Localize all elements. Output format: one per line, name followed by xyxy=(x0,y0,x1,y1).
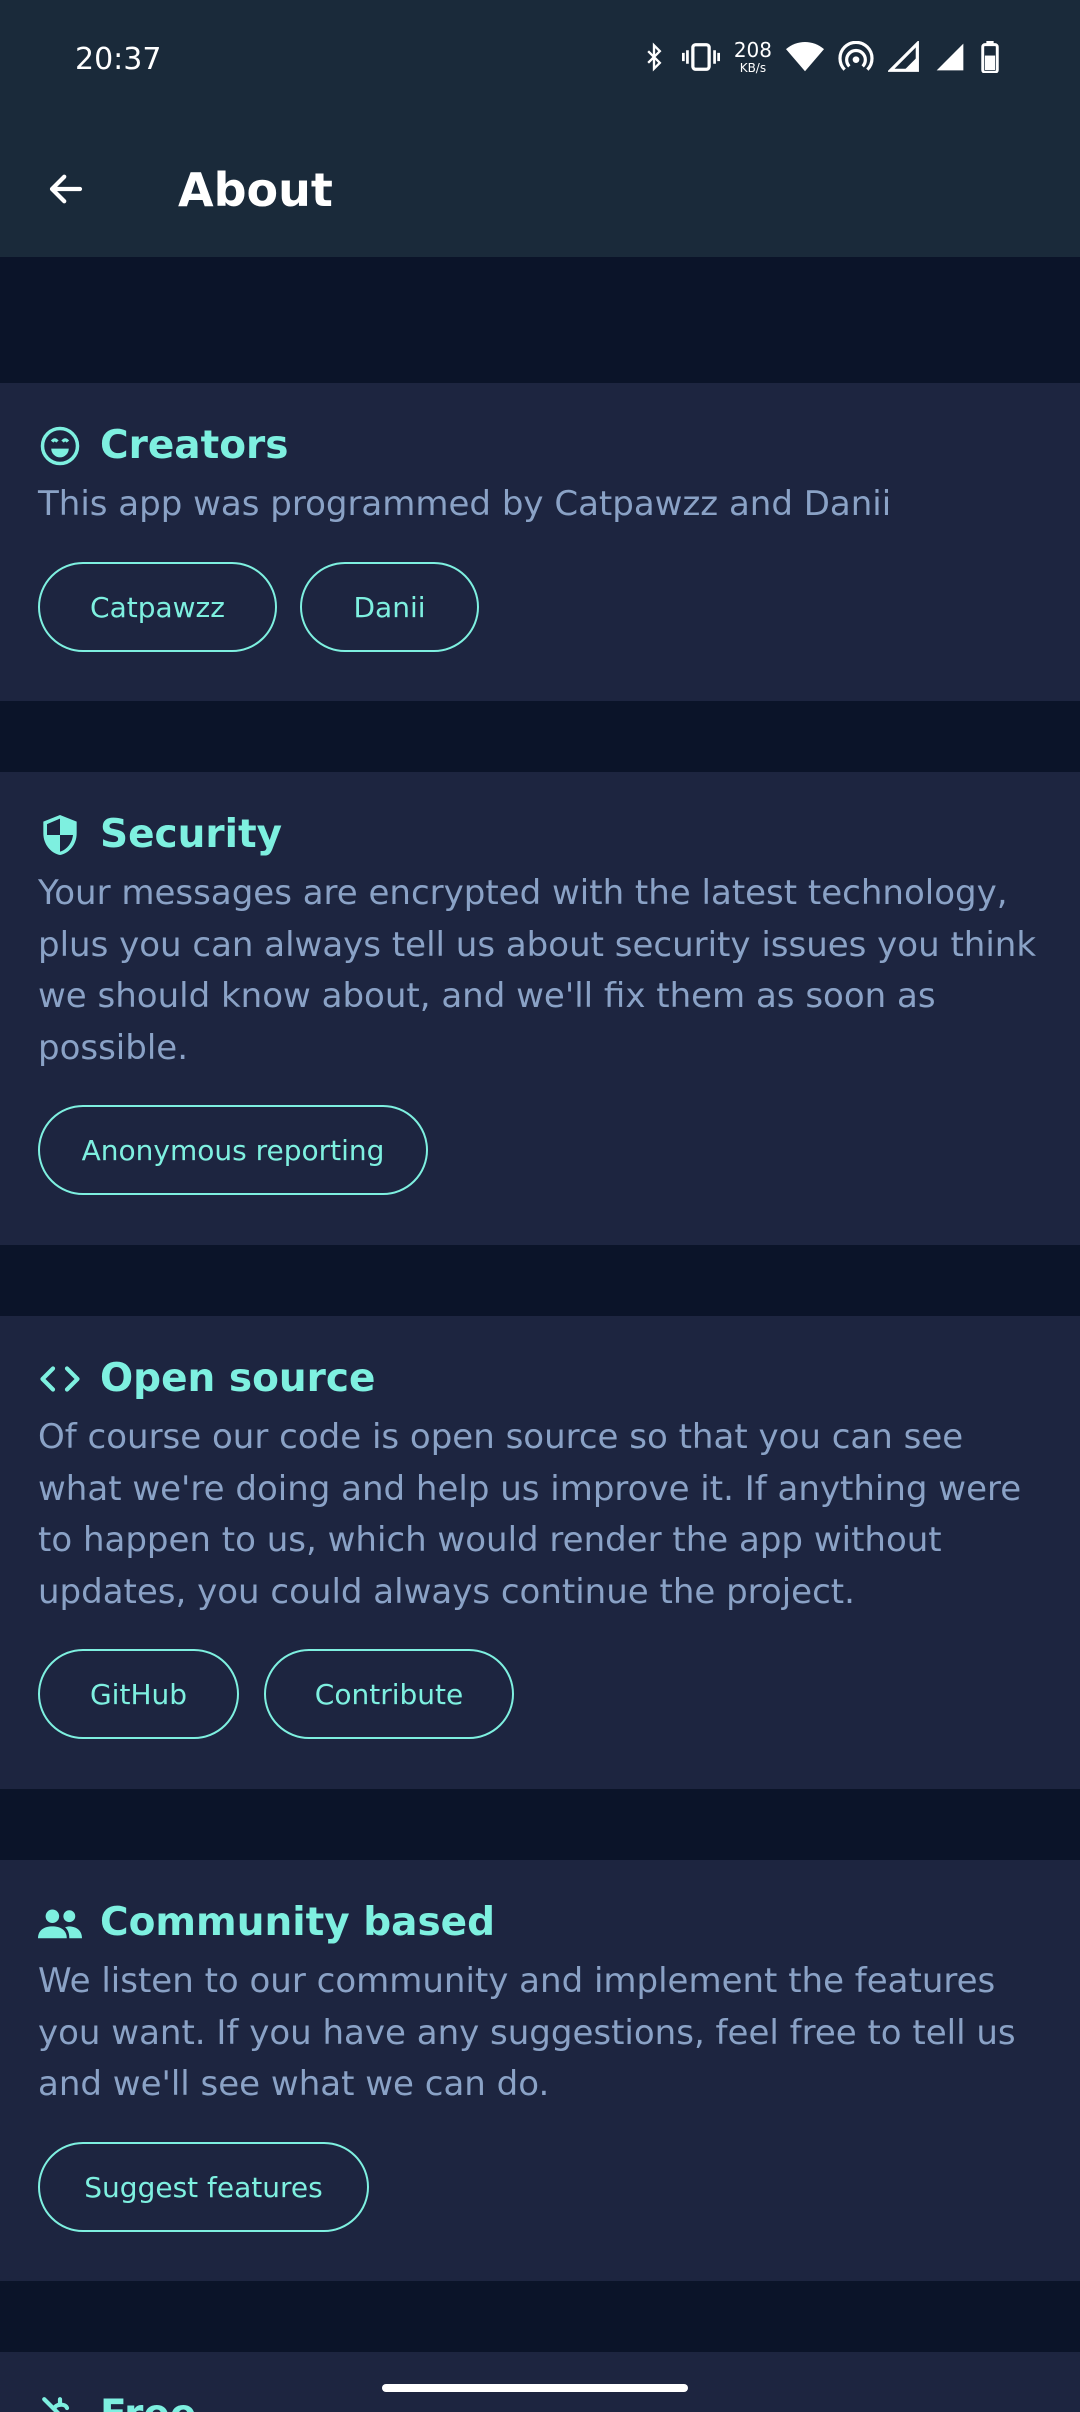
people-icon xyxy=(38,1901,82,1945)
card-header: Security xyxy=(38,812,282,857)
free-card: Free xyxy=(0,2352,1080,2412)
signal-icon xyxy=(888,41,920,73)
community-card: Community based We listen to our communi… xyxy=(0,1860,1080,2281)
card-header: Free xyxy=(38,2392,196,2412)
vibrate-icon xyxy=(681,40,720,74)
section-description: Of course our code is open source so tha… xyxy=(38,1417,1022,1612)
section-description: This app was programmed by Catpawzz and … xyxy=(38,484,892,524)
github-button[interactable]: GitHub xyxy=(38,1649,239,1739)
contribute-button[interactable]: Contribute xyxy=(264,1649,514,1739)
net-speed-unit: KB/s xyxy=(739,61,767,75)
danii-button[interactable]: Danii xyxy=(300,562,479,652)
wifi-icon xyxy=(786,41,824,73)
anonymous-reporting-button[interactable]: Anonymous reporting xyxy=(38,1105,428,1195)
creators-card: Creators This app was programmed by Catp… xyxy=(0,383,1080,701)
page-title: About xyxy=(178,163,333,217)
home-indicator[interactable] xyxy=(382,2384,688,2392)
code-icon xyxy=(38,1357,82,1401)
section-title: Open source xyxy=(100,1356,376,1401)
status-icons: 208 KB/s xyxy=(640,40,1000,74)
catpawzz-button[interactable]: Catpawzz xyxy=(38,562,277,652)
open-source-card: Open source Of course our code is open s… xyxy=(0,1316,1080,1789)
section-title: Community based xyxy=(100,1900,496,1945)
section-title: Creators xyxy=(100,423,289,468)
status-time: 20:37 xyxy=(75,42,162,77)
money-off-icon xyxy=(38,2393,82,2412)
hotspot-icon xyxy=(838,41,874,73)
shield-icon xyxy=(38,813,82,857)
suggest-features-button[interactable]: Suggest features xyxy=(38,2142,369,2232)
smiley-icon xyxy=(38,424,82,468)
battery-icon xyxy=(980,41,1000,73)
net-speed-indicator: 208 KB/s xyxy=(734,40,772,74)
arrow-back-icon xyxy=(45,168,87,214)
card-header: Community based xyxy=(38,1900,495,1945)
signal-icon xyxy=(934,41,966,73)
bluetooth-icon xyxy=(640,40,668,74)
security-card: Security Your messages are encrypted wit… xyxy=(0,772,1080,1245)
section-description: Your messages are encrypted with the lat… xyxy=(38,873,1037,1068)
section-title: Security xyxy=(100,812,283,857)
section-description: We listen to our community and implement… xyxy=(38,1961,1016,2104)
card-header: Open source xyxy=(38,1356,375,1401)
app-bar: About xyxy=(0,125,1080,257)
net-speed-value: 208 xyxy=(733,38,772,62)
status-bar: 20:37 208 KB/s xyxy=(0,0,1080,125)
card-header: Creators xyxy=(38,423,289,468)
section-title: Free xyxy=(100,2392,196,2412)
back-button[interactable] xyxy=(30,155,102,227)
